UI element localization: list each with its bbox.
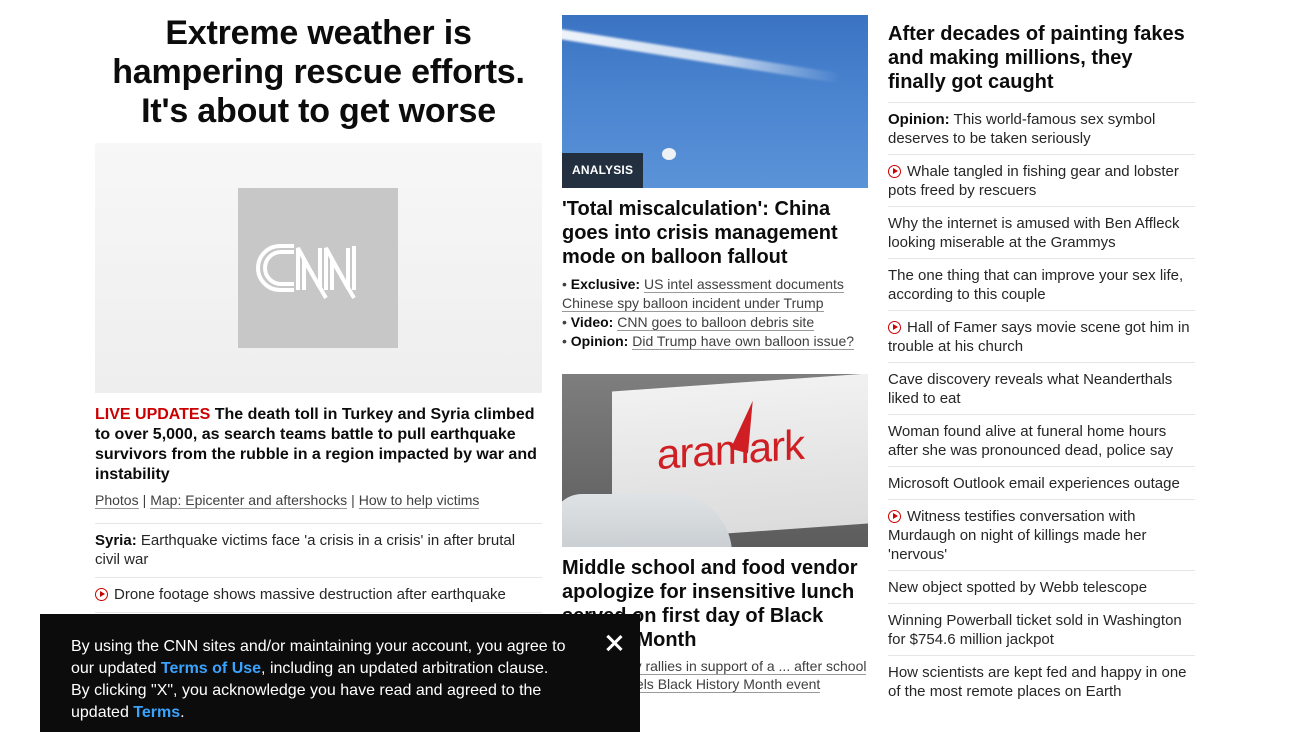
headline-item[interactable]: Winning Powerball ticket sold in Washing… [888, 604, 1195, 656]
aramark-story-image[interactable]: aramark [562, 374, 868, 547]
headline-item[interactable]: Microsoft Outlook email experiences outa… [888, 467, 1195, 500]
headline-item[interactable]: Why the internet is amused with Ben Affl… [888, 207, 1195, 259]
headline-text: Woman found alive at funeral home hours … [888, 423, 1174, 459]
headline-text: The one thing that can improve your sex … [888, 267, 1184, 303]
headline-item[interactable]: New object spotted by Webb telescope [888, 571, 1195, 604]
contrail [562, 26, 841, 84]
headline-text: How scientists are kept fed and happy in… [888, 664, 1187, 700]
headline-text: Witness testifies conversation with Murd… [888, 508, 1147, 563]
headline-text: Whale tangled in fishing gear and lobste… [888, 163, 1179, 199]
headline-text: Cave discovery reveals what Neanderthals… [888, 371, 1173, 407]
headline-item[interactable]: Woman found alive at funeral home hours … [888, 415, 1195, 467]
cnn-logo [238, 188, 398, 348]
featured-headline[interactable]: After decades of painting fakes and maki… [888, 22, 1195, 102]
headline-text: Why the internet is amused with Ben Affl… [888, 215, 1180, 251]
list-item[interactable]: Drone footage shows massive destruction … [95, 578, 542, 613]
hero-image[interactable] [95, 143, 542, 393]
close-icon[interactable] [603, 632, 625, 654]
analysis-badge: ANALYSIS [562, 153, 644, 188]
related-links: Photos | Map: Epicenter and aftershocks | Ho… [95, 491, 542, 509]
headline-item[interactable]: Witness testifies conversation with Murd… [888, 500, 1195, 571]
link-separator: | [142, 492, 147, 508]
bullet-label: Video: [570, 314, 614, 330]
headlines-column: After decades of painting fakes and maki… [888, 0, 1195, 707]
cnn-logo-icon [256, 244, 356, 300]
bullet-dot: • [562, 276, 571, 292]
consent-text: . [180, 704, 185, 721]
list-item-text: Drone footage shows massive destruction … [114, 586, 506, 603]
terms-of-use-link[interactable]: Terms of Use [161, 660, 261, 677]
lead-story-text[interactable]: LIVE UPDATES The death toll in Turkey an… [95, 405, 542, 485]
bullet-link[interactable]: Did Trump have own balloon issue? [632, 333, 855, 350]
aramark-logo: aramark [657, 420, 805, 479]
headline-item[interactable]: Cave discovery reveals what Neanderthals… [888, 363, 1195, 415]
bullet-item[interactable]: • Opinion: Did Trump have own balloon is… [562, 332, 868, 351]
play-video-icon [888, 165, 901, 178]
balloon-story-headline[interactable]: 'Total miscalculation': China goes into … [562, 197, 868, 269]
terms-link[interactable]: Terms [133, 704, 180, 721]
map-link[interactable]: Map: Epicenter and aftershocks [150, 492, 348, 509]
secondary-story-column: ANALYSIS 'Total miscalculation': China g… [562, 0, 868, 693]
bullet-link[interactable]: CNN goes to balloon debris site [617, 314, 815, 331]
play-video-icon [888, 321, 901, 334]
link-separator: | [351, 492, 355, 508]
headline-item[interactable]: Whale tangled in fishing gear and lobste… [888, 155, 1195, 207]
play-video-icon [888, 510, 901, 523]
list-item-label: Syria: [95, 532, 137, 549]
photos-link[interactable]: Photos [95, 492, 139, 509]
how-to-help-link[interactable]: How to help victims [358, 492, 480, 509]
terms-consent-banner: By using the CNN sites and/or maintainin… [40, 614, 640, 732]
headline-item[interactable]: The one thing that can improve your sex … [888, 259, 1195, 311]
play-video-icon [95, 588, 108, 601]
headline-item[interactable]: How scientists are kept fed and happy in… [888, 656, 1195, 707]
bullet-label: Opinion: [570, 333, 629, 349]
list-item[interactable]: Syria: Earthquake victims face 'a crisis… [95, 524, 542, 578]
headline-text: New object spotted by Webb telescope [888, 579, 1148, 596]
live-updates-label: LIVE UPDATES [95, 406, 211, 423]
main-headline[interactable]: Extreme weather is hampering rescue effo… [95, 14, 542, 131]
headline-item[interactable]: Hall of Famer says movie scene got him i… [888, 311, 1195, 363]
headline-text: Hall of Famer says movie scene got him i… [888, 319, 1190, 355]
bullet-item[interactable]: • Exclusive: US intel assessment documen… [562, 275, 868, 313]
bullet-label: Exclusive: [570, 276, 641, 292]
main-story-column: Extreme weather is hampering rescue effo… [95, 0, 542, 613]
balloon [662, 148, 676, 160]
headline-label: Opinion: [888, 111, 950, 128]
bullet-item[interactable]: • Video: CNN goes to balloon debris site [562, 313, 868, 332]
balloon-story-bullets: • Exclusive: US intel assessment documen… [562, 275, 868, 351]
bullet-dot: • [562, 314, 571, 330]
balloon-story-image[interactable]: ANALYSIS [562, 15, 868, 188]
list-item-text: Earthquake victims face 'a crisis in a c… [95, 532, 516, 568]
headline-text: Winning Powerball ticket sold in Washing… [888, 612, 1182, 648]
headline-item[interactable]: Opinion: This world-famous sex symbol de… [888, 103, 1195, 155]
lead-story-list: Syria: Earthquake victims face 'a crisis… [95, 523, 542, 613]
headline-list: Opinion: This world-famous sex symbol de… [888, 102, 1195, 707]
bullet-dot: • [562, 333, 571, 349]
headline-text: Microsoft Outlook email experiences outa… [888, 475, 1180, 492]
